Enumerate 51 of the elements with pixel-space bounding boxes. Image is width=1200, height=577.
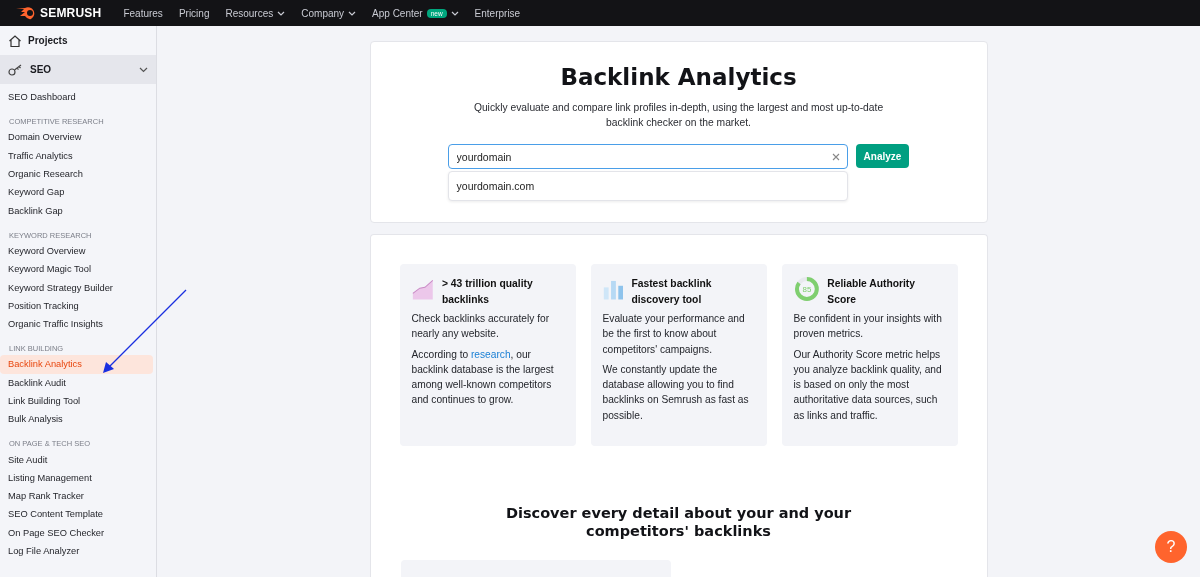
chevron-down-icon	[348, 10, 357, 16]
sidebar-item[interactable]: Traffic Analytics	[0, 146, 153, 165]
sidebar-item[interactable]: Map Rank Tracker	[0, 487, 153, 506]
sidebar-item[interactable]: Listing Management	[0, 468, 153, 488]
sidebar-item[interactable]: Backlink Audit	[0, 373, 153, 392]
home-icon	[8, 33, 22, 48]
sidebar-item[interactable]: Backlink Gap	[0, 201, 153, 220]
sidebar-item[interactable]: Log File Analyzer	[0, 541, 153, 561]
logo-text: SEMRUSH	[40, 6, 102, 20]
feature-title: Fastest backlink discovery tool	[631, 277, 713, 307]
domain-search-field[interactable]: yourdomain	[447, 144, 848, 169]
sidebar-item[interactable]: Organic Research	[0, 164, 153, 184]
nav-link[interactable]: Enterprise	[474, 7, 521, 19]
sidebar-item[interactable]: SEO Dashboard	[0, 88, 153, 107]
feature-text: Evaluate your performance and be the first to know about competitors' campaigns.	[602, 312, 746, 357]
close-icon[interactable]	[831, 152, 840, 161]
feature-text: According to research, our backlink database is the largest among well-known competitors and continues to grow.	[411, 347, 555, 408]
sidebar-item[interactable]: On Page SEO Checker	[0, 523, 153, 542]
feature-text: Check backlinks accurately for nearly any website.	[411, 312, 551, 342]
chevron-down-icon	[450, 10, 459, 16]
section-title: Discover every detail about your and your competitors' backlinks	[504, 504, 853, 540]
seo-menu-toggle[interactable]: SEO	[0, 55, 156, 84]
page-subtitle: Quickly evaluate and compare link profiles in-depth, using the largest and most up-to-date backlink checker on the market.	[472, 101, 885, 130]
sidebar-item[interactable]: Keyword Overview	[0, 241, 153, 261]
nav-link[interactable]: Resources	[225, 7, 286, 19]
key-icon	[8, 63, 24, 76]
sidebar-item[interactable]: Keyword Strategy Builder	[0, 278, 153, 297]
feature-text: We constantly update the database allowing you to find backlinks on Semrush as fast as possible.	[602, 362, 750, 423]
page-title: Backlink Analytics	[560, 64, 797, 90]
suggestion-item[interactable]: yourdomain.com	[447, 171, 848, 201]
sidebar-item[interactable]: Link Building Tool	[0, 391, 153, 411]
research-link[interactable]: research	[470, 348, 511, 360]
chevron-down-icon	[277, 10, 286, 16]
nav-link[interactable]: Pricing	[178, 7, 210, 19]
feature-title: > 43 trillion quality backlinks	[442, 277, 534, 307]
sidebar-item[interactable]: Position Tracking	[0, 296, 153, 315]
projects-link[interactable]: Projects	[0, 26, 156, 55]
sidebar-item[interactable]: SEO Content Template	[0, 505, 153, 524]
sidebar-item[interactable]: Site Audit	[0, 450, 153, 469]
sidebar-item[interactable]: Organic Traffic Insights	[0, 314, 153, 334]
feature-title: Reliable Authority Score	[827, 277, 916, 307]
chevron-icon	[139, 66, 148, 73]
nav-link[interactable]: Features	[123, 7, 163, 19]
sidebar-item[interactable]: Bulk Analysis	[0, 410, 153, 429]
sidebar-item[interactable]: Domain Overview	[0, 128, 153, 147]
sidebar-item[interactable]: Keyword Magic Tool	[0, 260, 153, 279]
sidebar-item[interactable]: Keyword Gap	[0, 183, 153, 202]
score-ring-icon: 85	[793, 276, 820, 302]
feature-text: Be confident in your insights with proven metrics.	[793, 312, 943, 342]
feature-text: Our Authority Score metric helps you analyze backlink quality, and is based on only the most authoritative data sources, such as links and traffic.	[793, 347, 943, 423]
nav-link[interactable]: Company	[301, 7, 357, 19]
